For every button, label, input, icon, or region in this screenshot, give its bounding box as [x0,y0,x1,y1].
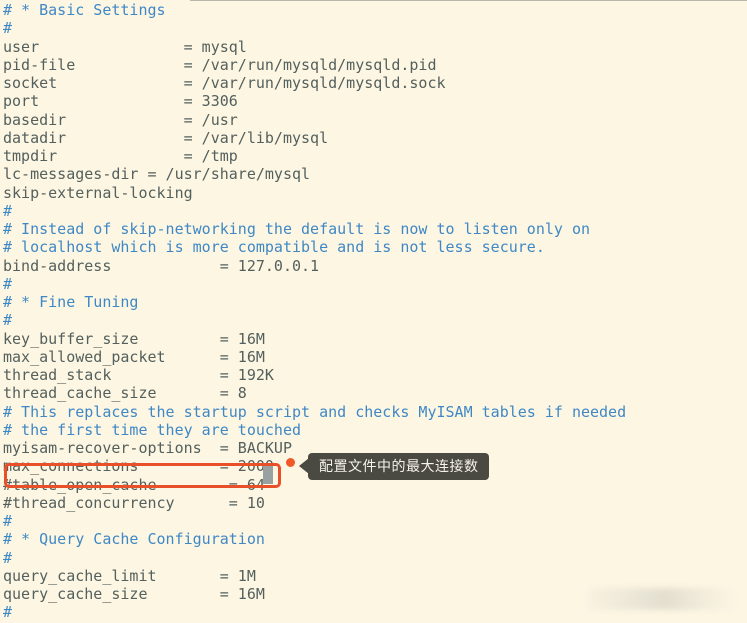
code-line[interactable]: socket = /var/run/mysqld/mysqld.sock [0,74,747,92]
code-line[interactable]: thread_stack = 192K [0,366,747,384]
code-line[interactable]: # [0,603,747,621]
code-line[interactable]: # [0,512,747,530]
code-line[interactable]: pid-file = /var/run/mysqld/mysqld.pid [0,56,747,74]
code-line[interactable]: lc-messages-dir = /usr/share/mysql [0,165,747,183]
code-line[interactable]: # This replaces the startup script and c… [0,403,747,421]
annotation-tooltip: 配置文件中的最大连接数 [308,453,489,480]
code-line[interactable]: query_cache_limit = 1M [0,567,747,585]
code-line[interactable]: port = 3306 [0,92,747,110]
code-line[interactable]: max_allowed_packet = 16M [0,348,747,366]
code-line[interactable]: # * Query Cache Configuration [0,530,747,548]
code-line[interactable]: # [0,311,747,329]
text-cursor [263,466,273,484]
code-line[interactable]: # * Fine Tuning [0,293,747,311]
code-line[interactable]: datadir = /var/lib/mysql [0,129,747,147]
code-line[interactable]: # [0,549,747,567]
code-line[interactable]: skip-external-locking [0,184,747,202]
code-line[interactable]: # * Basic Settings [0,1,747,19]
code-line[interactable]: tmpdir = /tmp [0,147,747,165]
code-line[interactable]: # Instead of skip-networking the default… [0,220,747,238]
annotation-tooltip-label: 配置文件中的最大连接数 [319,458,479,475]
code-line[interactable]: #thread_concurrency = 10 [0,494,747,512]
code-line[interactable]: # the first time they are touched [0,421,747,439]
annotation-marker-dot [286,458,295,467]
code-line[interactable]: query_cache_size = 16M [0,585,747,603]
code-line[interactable]: bind-address = 127.0.0.1 [0,257,747,275]
code-line[interactable]: key_buffer_size = 16M [0,330,747,348]
code-line[interactable]: basedir = /usr [0,111,747,129]
code-line[interactable]: # localhost which is more compatible and… [0,238,747,256]
code-area[interactable]: # * Basic Settings # user = mysql pid-file … [0,1,747,622]
editor-screen: # * Basic Settings # user = mysql pid-file … [0,0,747,623]
code-line[interactable]: thread_cache_size = 8 [0,384,747,402]
code-line[interactable]: # [0,19,747,37]
code-line[interactable]: # [0,275,747,293]
code-line[interactable]: user = mysql [0,38,747,56]
code-line[interactable]: # [0,202,747,220]
